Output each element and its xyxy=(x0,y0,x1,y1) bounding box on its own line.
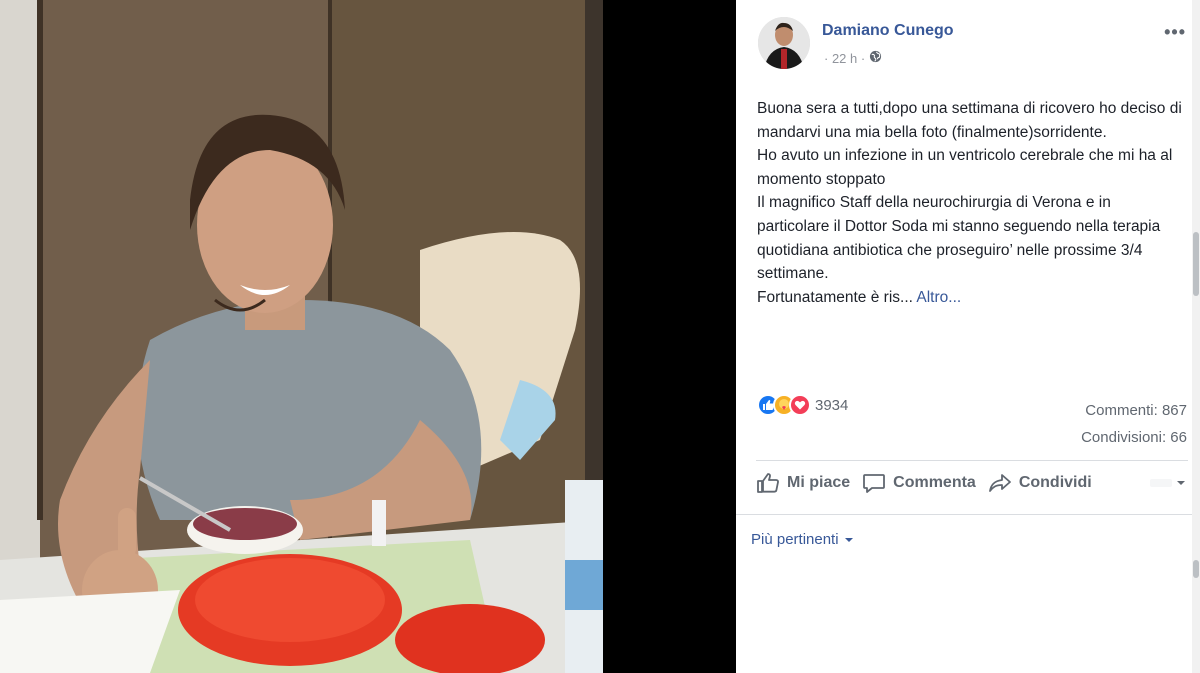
reaction-count: 3934 xyxy=(815,396,849,414)
like-label: Mi piace xyxy=(787,474,851,491)
share-icon xyxy=(988,472,1012,494)
post-text-line: Buona sera a tutti,dopo una settimana di… xyxy=(757,100,1182,141)
love-icon xyxy=(789,394,811,416)
post-time[interactable]: · 22 h · xyxy=(824,51,865,66)
comments-count[interactable]: Commenti: 867 xyxy=(1081,397,1187,424)
more-options-icon[interactable]: ••• xyxy=(1164,22,1186,43)
globe-icon xyxy=(869,50,882,66)
post-text-line: Ho avuto un infezione in un ventricolo c… xyxy=(757,147,1173,188)
post-meta: · 22 h · xyxy=(824,50,882,66)
chevron-down-icon xyxy=(1150,476,1188,490)
reactions-summary[interactable]: 3934 xyxy=(757,394,848,416)
comments-sort-dropdown[interactable]: Più pertinenti xyxy=(751,531,854,548)
caret-down-icon xyxy=(844,531,854,548)
post-text: Buona sera a tutti,dopo una settimana di… xyxy=(757,97,1187,309)
comment-button[interactable]: Commenta xyxy=(862,472,976,494)
author-avatar[interactable] xyxy=(758,17,810,69)
post-stats: Commenti: 867 Condivisioni: 66 xyxy=(1081,397,1187,451)
post-photo[interactable] xyxy=(0,0,603,673)
scrollbar-thumb[interactable] xyxy=(1193,232,1199,296)
post-actions: Mi piace Commenta Condividi xyxy=(756,472,1188,494)
share-label: Condividi xyxy=(1018,474,1092,491)
scrollbar[interactable] xyxy=(1192,0,1200,673)
scrollbar-thumb-lower[interactable] xyxy=(1193,560,1199,578)
like-button[interactable]: Mi piace xyxy=(756,472,850,494)
photo-image xyxy=(0,0,603,673)
divider xyxy=(756,460,1188,461)
share-button[interactable]: Condividi xyxy=(988,472,1092,494)
post-text-line: Il magnifico Staff della neurochirurgia … xyxy=(757,194,1161,283)
sort-label: Più pertinenti xyxy=(751,531,839,548)
see-more-link[interactable]: Altro... xyxy=(916,289,961,306)
comment-label: Commenta xyxy=(893,474,976,491)
thumbs-up-icon xyxy=(756,472,780,494)
post-text-truncated: Fortunatamente è ris... Altro... xyxy=(757,286,1187,310)
shares-count[interactable]: Condivisioni: 66 xyxy=(1081,424,1187,451)
audience-selector[interactable] xyxy=(1150,476,1188,490)
truncated-text: Fortunatamente è ris... xyxy=(757,288,913,306)
author-name[interactable]: Damiano Cunego xyxy=(822,22,954,40)
post-panel: Damiano Cunego · 22 h · ••• Buona sera a… xyxy=(736,0,1200,673)
divider xyxy=(736,514,1200,515)
comment-icon xyxy=(862,472,886,494)
